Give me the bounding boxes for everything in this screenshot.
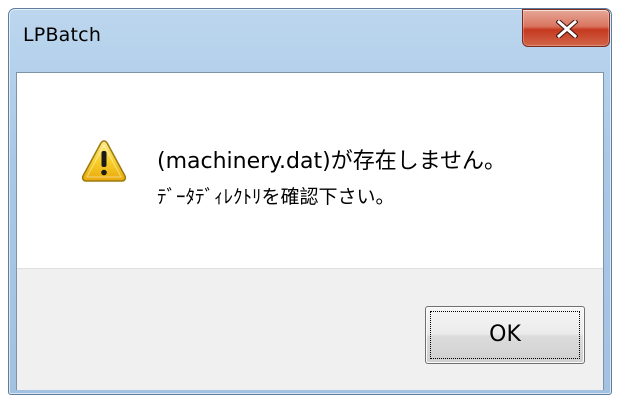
dialog-window: LPBatch (machinery.dat)が存在しません。 ﾃﾞｰﾀﾃﾞｨﾚ… xyxy=(8,8,612,395)
dialog-client-area: (machinery.dat)が存在しません。 ﾃﾞｰﾀﾃﾞｨﾚｸﾄﾘを確認下さ… xyxy=(16,72,604,390)
warning-icon xyxy=(81,140,127,182)
close-button[interactable] xyxy=(522,9,610,47)
close-icon xyxy=(556,20,578,38)
window-title: LPBatch xyxy=(23,24,102,46)
title-bar[interactable]: LPBatch xyxy=(9,9,611,73)
message-line-1: (machinery.dat)が存在しません。 xyxy=(157,149,507,174)
message-area: (machinery.dat)が存在しません。 ﾃﾞｰﾀﾃﾞｨﾚｸﾄﾘを確認下さ… xyxy=(17,73,603,268)
ok-button[interactable]: OK xyxy=(425,306,585,364)
message-line-2: ﾃﾞｰﾀﾃﾞｨﾚｸﾄﾘを確認下さい。 xyxy=(157,186,395,208)
ok-button-label: OK xyxy=(489,322,521,347)
